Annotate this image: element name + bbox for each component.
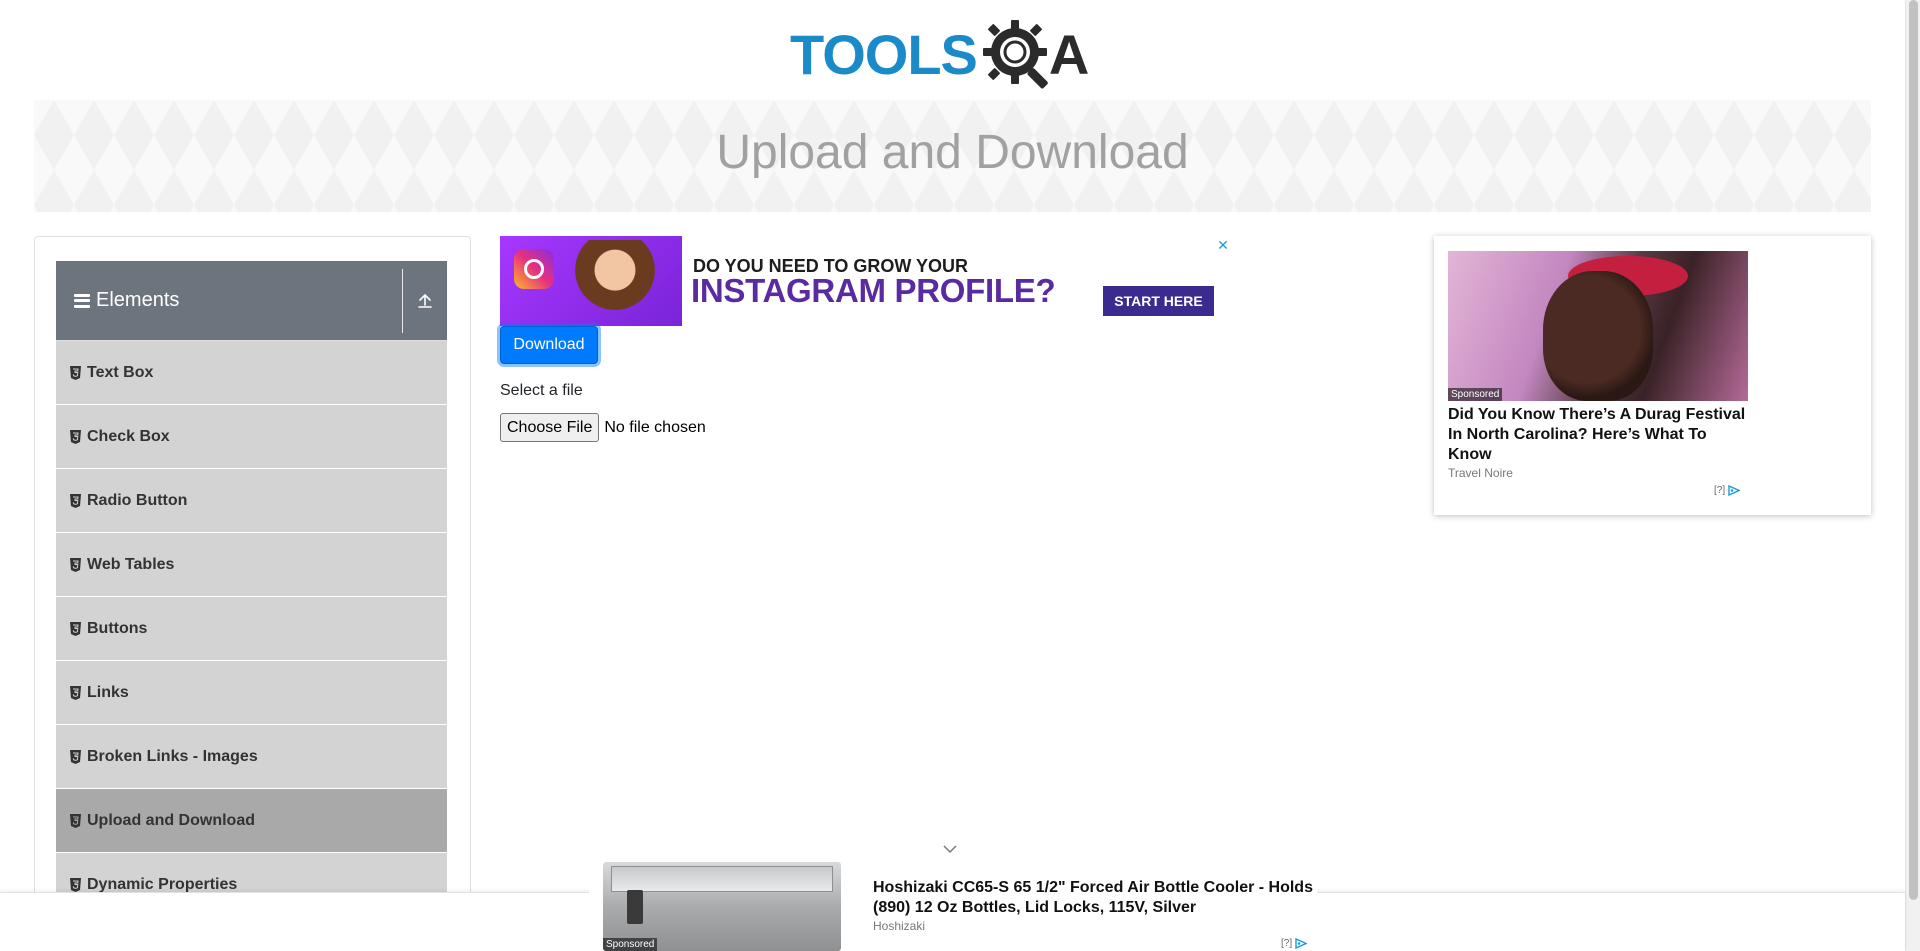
sponsored-badge: Sponsored (1448, 388, 1503, 401)
sidebar-item-upload-and-download[interactable]: Upload and Download (56, 789, 447, 853)
html5-icon (70, 557, 81, 572)
ad-person-image (570, 240, 660, 326)
adchoices-icon (1295, 938, 1308, 949)
choose-file-button[interactable]: Choose File (500, 413, 600, 442)
html5-icon (70, 621, 81, 636)
ad-choices-label: [?] (1714, 485, 1726, 496)
html5-icon (70, 365, 81, 380)
page-banner: Upload and Download (34, 100, 1871, 212)
page: TOOLS A Upload and Download Elements Tex… (0, 0, 1920, 951)
ad-choices-label: [?] (1281, 938, 1293, 949)
ad-headline-2: INSTAGRAM PROFILE? (691, 272, 1056, 309)
download-button[interactable]: Download (500, 326, 598, 364)
adchoices-icon (1728, 485, 1741, 496)
vertical-scrollbar[interactable] (1905, 0, 1920, 951)
html5-icon (70, 813, 81, 828)
elements-menu: Text Box Check Box Radio Button Web Tabl… (56, 341, 447, 917)
ad-image: Sponsored (1448, 251, 1748, 401)
ad-image-detail (1543, 271, 1653, 401)
ad-title[interactable]: Did You Know There’s A Durag Festival In… (1448, 405, 1752, 465)
group-title-label: Elements (96, 289, 180, 311)
top-ad-banner[interactable]: DO YOU NEED TO GROW YOUR INSTAGRAM PROFI… (500, 236, 1233, 326)
sidebar-item-web-tables[interactable]: Web Tables (56, 533, 447, 597)
ad-choices[interactable]: [?] (1714, 485, 1741, 496)
instagram-icon (514, 249, 554, 289)
sidebar-item-label: Links (87, 683, 129, 701)
sponsored-badge: Sponsored (603, 938, 658, 951)
ad-source: Travel Noire (1448, 466, 1513, 480)
sidebar-item-links[interactable]: Links (56, 661, 447, 725)
page-title: Upload and Download (716, 125, 1189, 179)
ad-title[interactable]: Hoshizaki CC65-S 65 1/2" Forced Air Bott… (873, 878, 1317, 918)
sidebar-item-label: Upload and Download (87, 811, 255, 829)
sidebar-item-check-box[interactable]: Check Box (56, 405, 447, 469)
file-status-text: No file chosen (604, 418, 706, 436)
sidebar-item-label: Web Tables (87, 555, 175, 573)
elements-group-header[interactable]: Elements (56, 261, 447, 341)
html5-icon (70, 429, 81, 444)
sidebar: Elements Text Box Check Box Radio Button (34, 236, 471, 951)
scrollbar-thumb[interactable] (1909, 0, 1918, 900)
ad-cta-button[interactable]: START HERE (1103, 286, 1214, 316)
sidebar-item-buttons[interactable]: Buttons (56, 597, 447, 661)
ad-image-detail (627, 890, 643, 924)
ad-source: Hoshizaki (873, 919, 926, 933)
sidebar-item-label: Radio Button (87, 491, 188, 509)
bottom-ad[interactable]: Sponsored Hoshizaki CC65-S 65 1/2" Force… (589, 860, 1317, 951)
close-icon[interactable]: ✕ (1214, 236, 1232, 254)
sidebar-item-text-box[interactable]: Text Box (56, 341, 447, 405)
hamburger-icon (74, 293, 90, 308)
html5-icon (70, 685, 81, 700)
sidebar-item-label: Buttons (87, 619, 148, 637)
html5-icon (70, 877, 81, 892)
collapse-toggle[interactable] (403, 261, 447, 341)
html5-icon (70, 493, 81, 508)
sidebar-item-label: Text Box (87, 363, 154, 381)
gear-magnifier-icon (982, 20, 1048, 89)
file-upload-input[interactable]: Choose File No file chosen (500, 413, 706, 442)
toolsqa-logo[interactable]: TOOLS A (790, 14, 1120, 94)
upload-arrow-icon (418, 293, 432, 308)
sidebar-item-label: Dynamic Properties (87, 875, 238, 893)
right-ad[interactable]: Sponsored Did You Know There’s A Durag F… (1434, 236, 1871, 515)
sidebar-item-radio-button[interactable]: Radio Button (56, 469, 447, 533)
ad-image (500, 236, 682, 326)
logo-text: TOOLS (790, 22, 978, 86)
select-file-label: Select a file (500, 382, 583, 399)
sidebar-item-label: Broken Links - Images (87, 747, 258, 765)
ad-image: Sponsored (603, 862, 841, 951)
html5-icon (70, 749, 81, 764)
sidebar-item-broken-links-images[interactable]: Broken Links - Images (56, 725, 447, 789)
sidebar-item-label: Check Box (87, 427, 170, 445)
chevron-down-icon[interactable] (941, 842, 959, 856)
ad-choices[interactable]: [?] (1281, 938, 1308, 949)
elements-group-title: Elements (74, 289, 402, 312)
logo-suffix: A (1048, 22, 1090, 86)
ad-image-detail (611, 866, 833, 892)
